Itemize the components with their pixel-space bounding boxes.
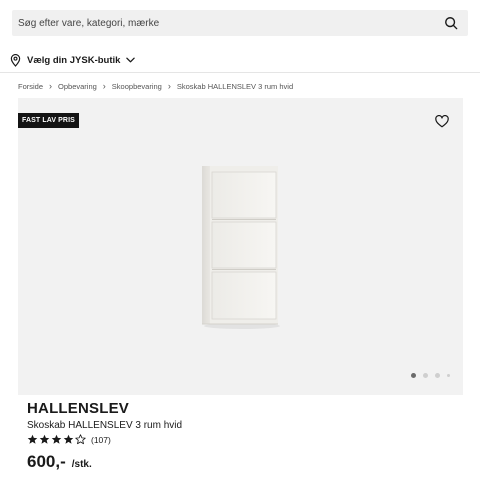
breadcrumb-chevron-icon: ›	[102, 80, 106, 91]
location-pin-icon	[10, 53, 21, 67]
product-subtitle: Skoskab HALLENSLEV 3 rum hvid	[27, 420, 183, 431]
breadcrumb-chevron-icon: ›	[49, 80, 53, 91]
gallery-dot[interactable]	[423, 373, 428, 378]
gallery-dot-active[interactable]	[411, 373, 416, 378]
star-icon	[51, 434, 62, 444]
gallery-pagination[interactable]	[411, 373, 450, 378]
breadcrumb: Forside › Opbevaring › Skoopbevaring › S…	[18, 80, 293, 92]
star-empty-icon	[75, 434, 86, 445]
search-bar[interactable]	[12, 10, 468, 36]
gallery-dot[interactable]	[447, 374, 450, 377]
product-title: HALLENSLEV	[27, 400, 130, 417]
price-value: 600,-	[27, 452, 66, 471]
price-unit: /stk.	[71, 459, 92, 470]
breadcrumb-item-forside[interactable]: Forside	[18, 82, 43, 91]
product-price: 600,- /stk.	[27, 452, 92, 472]
star-icon	[27, 434, 38, 444]
chevron-down-icon	[126, 57, 136, 63]
store-selector-label: Vælg din JYSK-butik	[27, 54, 121, 66]
star-icon	[63, 434, 74, 444]
price-badge: FAST LAV PRIS	[18, 113, 79, 128]
breadcrumb-item-current: Skoskab HALLENSLEV 3 rum hvid	[176, 81, 294, 91]
star-icon	[39, 434, 50, 444]
search-input[interactable]	[18, 17, 418, 29]
search-icon[interactable]	[444, 16, 458, 30]
heart-icon[interactable]	[435, 115, 449, 128]
header-divider	[0, 72, 480, 73]
product-image	[202, 166, 280, 329]
breadcrumb-item-opbevaring[interactable]: Opbevaring	[58, 82, 97, 91]
breadcrumb-chevron-icon: ›	[167, 80, 171, 91]
store-selector[interactable]: Vælg din JYSK-butik	[10, 52, 136, 68]
product-gallery[interactable]: FAST LAV PRIS	[18, 98, 463, 395]
breadcrumb-item-skoopbevaring[interactable]: Skoopbevaring	[112, 82, 162, 91]
gallery-dot[interactable]	[435, 373, 440, 378]
product-rating[interactable]: (107)	[27, 434, 111, 445]
review-count[interactable]: (107)	[91, 435, 111, 445]
